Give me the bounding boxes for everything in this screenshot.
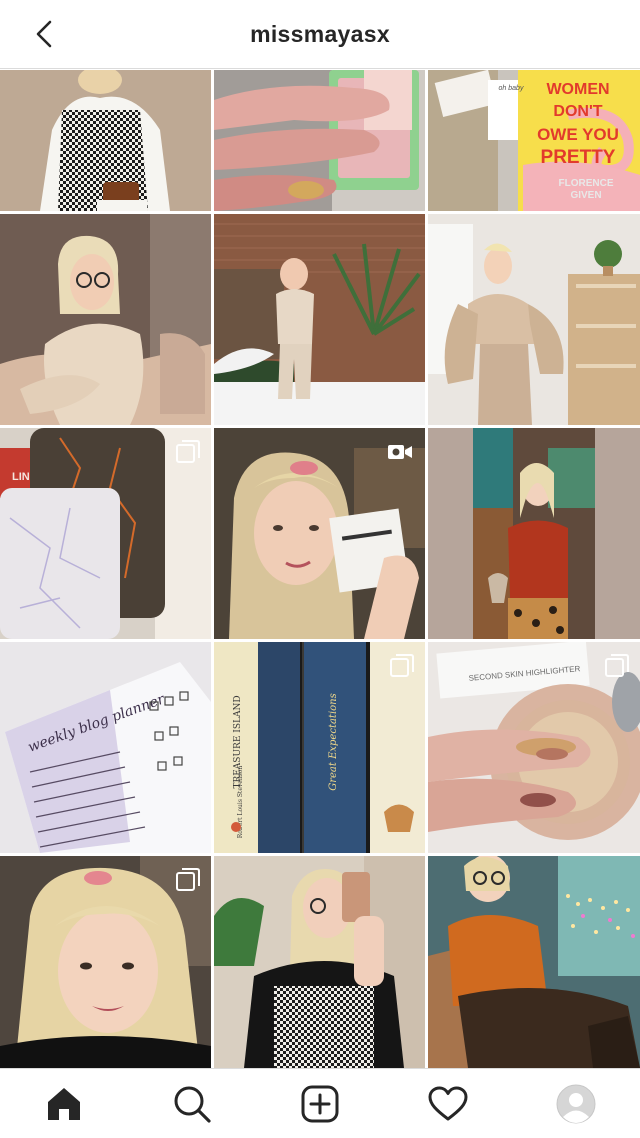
post-thumbnail-2[interactable] [214, 70, 425, 211]
chevron-left-icon [36, 20, 52, 48]
book-author-line: FLORENCE [559, 178, 614, 189]
post-thumbnail-7[interactable]: LINS [0, 428, 211, 639]
carousel-icon [605, 654, 629, 677]
tab-search[interactable] [164, 1076, 220, 1132]
bottom-navigation-bar [0, 1068, 640, 1138]
book-title-line: WOMEN [546, 81, 609, 98]
post-thumbnail-6[interactable] [428, 214, 640, 425]
post-thumbnail-4[interactable] [0, 214, 211, 425]
book-title-line: OWE YOU [537, 125, 619, 144]
profile-username-title: missmayasx [250, 20, 390, 47]
post-image: WOMEN DON'T OWE YOU PRETTY FLORENCE GIVE… [428, 70, 640, 211]
post-image [214, 856, 425, 1068]
add-post-icon [301, 1085, 339, 1122]
post-thumbnail-9[interactable] [428, 428, 640, 639]
spine-text: Great Expectations [328, 693, 339, 791]
post-thumbnail-14[interactable] [214, 856, 425, 1068]
post-thumbnail-11[interactable]: TREASURE ISLAND Great Expectations Rober… [214, 642, 425, 853]
post-image [428, 856, 640, 1068]
post-thumbnail-5[interactable] [214, 214, 425, 425]
posts-grid: WOMEN DON'T OWE YOU PRETTY FLORENCE GIVE… [0, 70, 640, 1068]
book-author-line: GIVEN [570, 190, 601, 201]
heart-icon [428, 1086, 468, 1120]
avatar [556, 1084, 596, 1123]
book-title-line: PRETTY [541, 147, 616, 168]
post-thumbnail-3[interactable]: WOMEN DON'T OWE YOU PRETTY FLORENCE GIVE… [428, 70, 640, 211]
book-title-line: DON'T [553, 103, 602, 120]
tab-activity[interactable] [420, 1076, 476, 1132]
post-thumbnail-15[interactable] [428, 856, 640, 1068]
post-thumbnail-13[interactable] [0, 856, 211, 1068]
post-thumbnail-1[interactable] [0, 70, 211, 211]
top-app-bar: missmayasx [0, 0, 640, 69]
post-image [214, 214, 425, 425]
search-icon [174, 1086, 211, 1123]
post-thumbnail-10[interactable]: weekly blog planner [0, 642, 211, 853]
carousel-icon [176, 440, 200, 463]
video-icon [388, 445, 412, 459]
tab-home[interactable] [36, 1076, 92, 1132]
tab-new-post[interactable] [292, 1076, 348, 1132]
post-image [0, 70, 211, 211]
post-image [214, 70, 425, 211]
back-button[interactable] [26, 16, 62, 52]
post-image [428, 214, 640, 425]
carousel-icon [176, 868, 200, 891]
post-thumbnail-8[interactable] [214, 428, 425, 639]
carousel-icon [390, 654, 414, 677]
home-icon [48, 1087, 80, 1120]
post-thumbnail-12[interactable]: SECOND SKIN HIGHLIGHTER [428, 642, 640, 853]
sticker-text: oh baby [499, 85, 524, 92]
post-image [0, 214, 211, 425]
post-image [428, 428, 640, 639]
tab-profile[interactable] [548, 1076, 604, 1132]
post-image: weekly blog planner [0, 642, 211, 853]
